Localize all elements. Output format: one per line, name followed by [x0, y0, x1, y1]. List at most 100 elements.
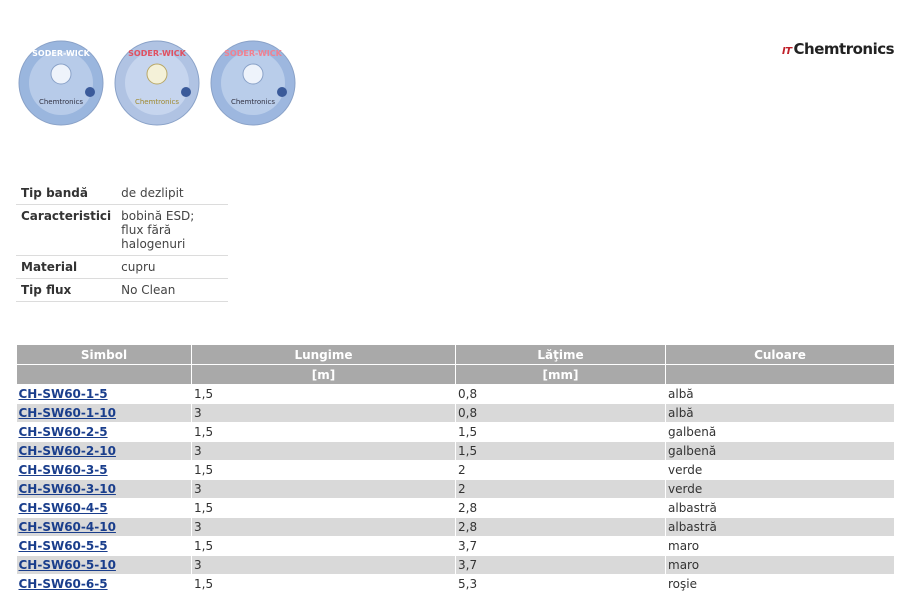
width-cell: 2	[455, 479, 666, 499]
property-row: Caracteristici bobină ESD; flux fără halo…	[16, 204, 229, 256]
solder-wick-spool-image: SODER-WICK Chemtronics	[114, 40, 200, 126]
length-cell: 3	[191, 441, 456, 461]
symbol-cell: CH-SW60-3-5	[16, 460, 192, 480]
length-cell: 3	[191, 479, 456, 499]
svg-text:Chemtronics: Chemtronics	[39, 98, 83, 106]
width-cell: 1,5	[455, 441, 666, 461]
length-cell: 3	[191, 403, 456, 423]
table-row: CH-SW60-2-10 3 1,5 galbenă	[16, 441, 895, 461]
symbol-cell: CH-SW60-4-10	[16, 517, 192, 537]
color-cell: roşie	[665, 574, 895, 594]
brand-prefix: IT	[782, 46, 792, 57]
solder-wick-spool-image: SODER-WICK Chemtronics	[210, 40, 296, 126]
symbol-cell: CH-SW60-1-10	[16, 403, 192, 423]
product-symbol-link[interactable]: CH-SW60-1-5	[19, 387, 108, 401]
length-cell: 1,5	[191, 460, 456, 480]
property-row: Material cupru	[16, 255, 229, 279]
symbol-cell: CH-SW60-2-10	[16, 441, 192, 461]
table-row: CH-SW60-5-5 1,5 3,7 maro	[16, 536, 895, 556]
header-length: Lungime	[191, 344, 456, 365]
unit-width: [mm]	[455, 364, 666, 385]
header-symbol: Simbol	[16, 344, 192, 365]
width-cell: 2,8	[455, 517, 666, 537]
product-symbol-link[interactable]: CH-SW60-5-10	[19, 558, 116, 572]
product-symbol-link[interactable]: CH-SW60-6-5	[19, 577, 108, 591]
product-symbol-link[interactable]: CH-SW60-3-5	[19, 463, 108, 477]
width-cell: 5,3	[455, 574, 666, 594]
products-table: Simbol Lungime Lăţime Culoare [m] [mm] C…	[16, 344, 895, 594]
properties-table: Tip bandă de dezlipit Caracteristici bobină…	[16, 182, 229, 302]
color-cell: maro	[665, 555, 895, 575]
width-cell: 1,5	[455, 422, 666, 442]
length-cell: 1,5	[191, 574, 456, 594]
unit-color	[665, 364, 895, 385]
length-cell: 3	[191, 555, 456, 575]
table-header-row: Simbol Lungime Lăţime Culoare	[16, 344, 895, 365]
table-row: CH-SW60-5-10 3 3,7 maro	[16, 555, 895, 575]
color-cell: albastră	[665, 517, 895, 537]
symbol-cell: CH-SW60-6-5	[16, 574, 192, 594]
brand-logo: IT Chemtronics	[782, 40, 895, 58]
symbol-cell: CH-SW60-5-10	[16, 555, 192, 575]
header-width: Lăţime	[455, 344, 666, 365]
symbol-cell: CH-SW60-5-5	[16, 536, 192, 556]
length-cell: 3	[191, 517, 456, 537]
color-cell: albastră	[665, 498, 895, 518]
length-cell: 1,5	[191, 384, 456, 404]
product-symbol-link[interactable]: CH-SW60-2-10	[19, 444, 116, 458]
symbol-cell: CH-SW60-4-5	[16, 498, 192, 518]
product-symbol-link[interactable]: CH-SW60-4-5	[19, 501, 108, 515]
width-cell: 3,7	[455, 536, 666, 556]
color-cell: galbenă	[665, 422, 895, 442]
property-value: cupru	[116, 255, 229, 279]
table-row: CH-SW60-2-5 1,5 1,5 galbenă	[16, 422, 895, 442]
symbol-cell: CH-SW60-3-10	[16, 479, 192, 499]
product-symbol-link[interactable]: CH-SW60-1-10	[19, 406, 116, 420]
property-value: bobină ESD; flux fără halogenuri	[116, 204, 229, 256]
svg-text:SODER-WICK: SODER-WICK	[128, 49, 186, 58]
property-value: de dezlipit	[116, 182, 229, 205]
width-cell: 3,7	[455, 555, 666, 575]
color-cell: verde	[665, 479, 895, 499]
product-symbol-link[interactable]: CH-SW60-3-10	[19, 482, 116, 496]
symbol-cell: CH-SW60-1-5	[16, 384, 192, 404]
table-row: CH-SW60-1-10 3 0,8 albă	[16, 403, 895, 423]
svg-text:SODER-WICK: SODER-WICK	[32, 49, 90, 58]
length-cell: 1,5	[191, 498, 456, 518]
brand-name: Chemtronics	[793, 40, 895, 58]
color-cell: albă	[665, 403, 895, 423]
product-symbol-link[interactable]: CH-SW60-2-5	[19, 425, 108, 439]
width-cell: 0,8	[455, 403, 666, 423]
property-key: Tip flux	[16, 278, 117, 302]
property-key: Caracteristici	[16, 204, 117, 256]
unit-length: [m]	[191, 364, 456, 385]
length-cell: 1,5	[191, 422, 456, 442]
table-row: CH-SW60-4-5 1,5 2,8 albastră	[16, 498, 895, 518]
table-row: CH-SW60-3-10 3 2 verde	[16, 479, 895, 499]
property-key: Material	[16, 255, 117, 279]
symbol-cell: CH-SW60-2-5	[16, 422, 192, 442]
solder-wick-spool-image: SODER-WICK Chemtronics	[18, 40, 104, 126]
color-cell: maro	[665, 536, 895, 556]
table-row: CH-SW60-1-5 1,5 0,8 albă	[16, 384, 895, 404]
width-cell: 0,8	[455, 384, 666, 404]
header-color: Culoare	[665, 344, 895, 365]
width-cell: 2,8	[455, 498, 666, 518]
unit-symbol	[16, 364, 192, 385]
svg-text:Chemtronics: Chemtronics	[135, 98, 179, 106]
property-key: Tip bandă	[16, 182, 117, 205]
svg-text:Chemtronics: Chemtronics	[231, 98, 275, 106]
table-row: CH-SW60-4-10 3 2,8 albastră	[16, 517, 895, 537]
color-cell: albă	[665, 384, 895, 404]
property-row: Tip bandă de dezlipit	[16, 182, 229, 205]
color-cell: verde	[665, 460, 895, 480]
table-row: CH-SW60-6-5 1,5 5,3 roşie	[16, 574, 895, 594]
width-cell: 2	[455, 460, 666, 480]
property-row: Tip flux No Clean	[16, 278, 229, 302]
product-symbol-link[interactable]: CH-SW60-5-5	[19, 539, 108, 553]
svg-text:SODER-WICK: SODER-WICK	[224, 49, 282, 58]
color-cell: galbenă	[665, 441, 895, 461]
table-row: CH-SW60-3-5 1,5 2 verde	[16, 460, 895, 480]
product-symbol-link[interactable]: CH-SW60-4-10	[19, 520, 116, 534]
length-cell: 1,5	[191, 536, 456, 556]
